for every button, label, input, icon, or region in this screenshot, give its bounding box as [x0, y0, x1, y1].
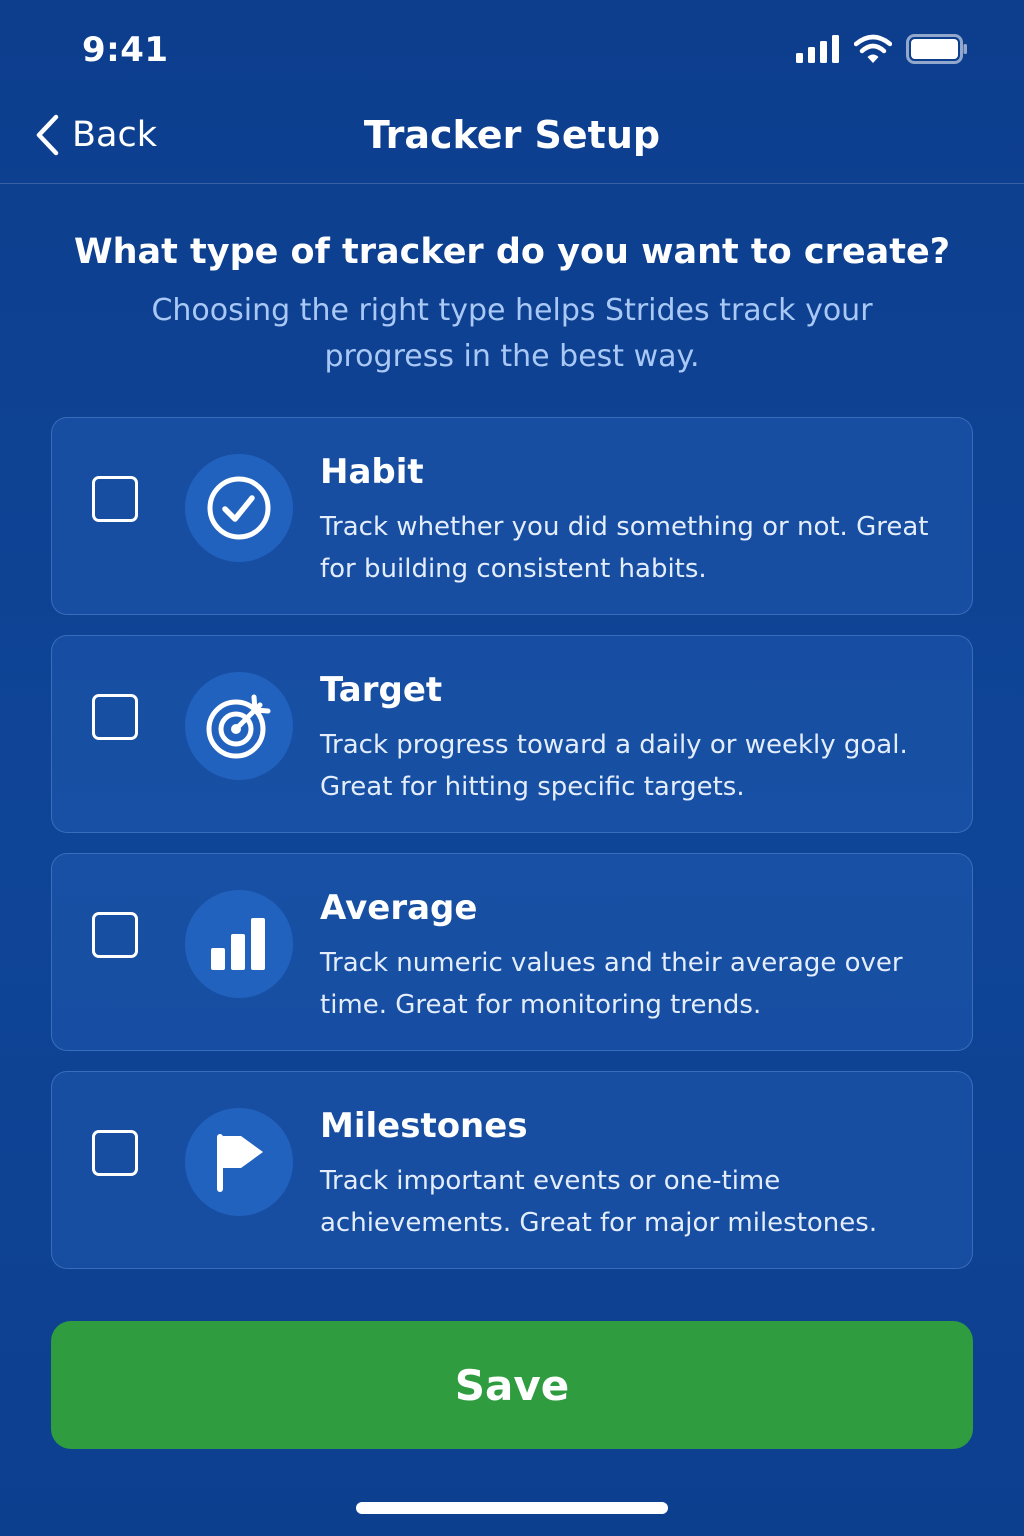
tracker-option-target[interactable]: Target Track progress toward a daily or …: [51, 635, 973, 833]
status-icons: [796, 34, 968, 64]
average-description: Track numeric values and their average o…: [320, 948, 903, 1020]
battery-icon: [906, 34, 967, 64]
average-title: Average: [320, 888, 478, 928]
question-subtitle: Choosing the right type helps Strides tr…: [151, 293, 873, 374]
home-indicator: [356, 1502, 668, 1514]
tracker-option-habit[interactable]: Habit Track whether you did something or…: [51, 417, 973, 615]
milestones-title: Milestones: [320, 1106, 528, 1146]
habit-title: Habit: [320, 452, 424, 492]
navigation-bar: Back Tracker Setup: [0, 100, 1024, 184]
target-title: Target: [320, 670, 443, 710]
milestones-icon-badge: [185, 1108, 293, 1216]
flag-icon: [217, 1134, 263, 1192]
tracker-option-milestones[interactable]: Milestones Track important events or one…: [51, 1071, 973, 1269]
tracker-setup-screen: 9:41 Back Tracker Setup What type of tra…: [0, 0, 1024, 1536]
habit-icon-badge: [185, 454, 293, 562]
status-time: 9:41: [82, 30, 169, 70]
page-title: Tracker Setup: [363, 113, 661, 157]
target-checkbox[interactable]: [92, 694, 138, 740]
target-icon: [206, 694, 271, 759]
tracker-option-average[interactable]: Average Track numeric values and their a…: [51, 853, 973, 1051]
habit-checkbox[interactable]: [92, 476, 138, 522]
check-circle-icon: [207, 476, 271, 540]
milestones-description: Track important events or one-time achie…: [320, 1166, 878, 1238]
save-button[interactable]: Save: [51, 1321, 973, 1449]
question-heading: What type of tracker do you want to crea…: [73, 232, 951, 272]
average-checkbox[interactable]: [92, 912, 138, 958]
milestones-checkbox[interactable]: [92, 1130, 138, 1176]
status-bar: 9:41: [0, 0, 1024, 100]
target-description: Track progress toward a daily or weekly …: [320, 730, 908, 802]
wifi-icon: [854, 34, 892, 63]
average-icon-badge: [185, 890, 293, 998]
bar-chart-icon: [211, 918, 265, 970]
habit-description: Track whether you did something or not. …: [320, 512, 929, 584]
cellular-signal-icon: [796, 35, 839, 63]
target-icon-badge: [185, 672, 293, 780]
